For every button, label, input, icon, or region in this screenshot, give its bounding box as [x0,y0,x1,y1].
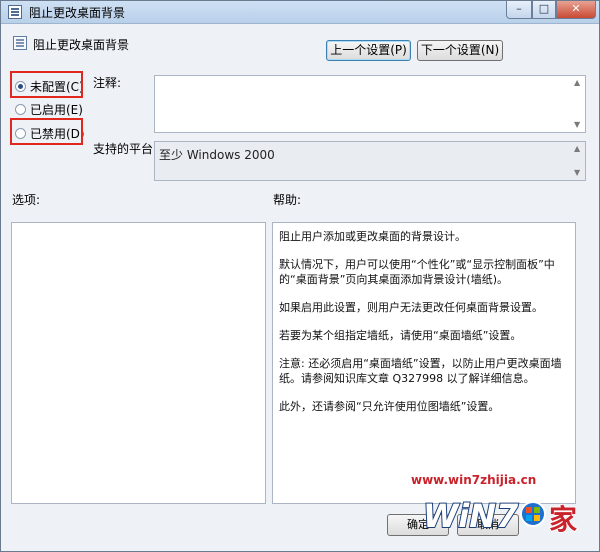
platform-scrollbar[interactable]: ▲ ▼ [571,142,585,180]
minimize-button[interactable]: – [506,1,532,19]
svg-text:家: 家 [549,503,577,536]
platform-field: 至少 Windows 2000 ▲ ▼ [154,141,586,181]
scroll-up-icon[interactable]: ▲ [574,79,580,87]
help-panel: 阻止用户添加或更改桌面的背景设计。 默认情况下，用户可以使用“个性化”或“显示控… [272,222,576,504]
options-label: 选项: [12,193,41,207]
window-title: 阻止更改桌面背景 [29,6,126,20]
comment-scrollbar[interactable]: ▲ ▼ [571,76,585,132]
help-paragraph: 若要为某个组指定墙纸，请使用“桌面墙纸”设置。 [279,329,522,342]
maximize-button[interactable]: □ [532,1,556,19]
svg-text:WiN7: WiN7 [423,497,519,535]
watermark-url: www.win7zhijia.cn [411,473,537,487]
radio-label: 已启用(E) [30,103,83,117]
next-setting-button[interactable]: 下一个设置(N) [417,40,503,61]
setting-title: 阻止更改桌面背景 [33,38,130,52]
title-bar[interactable]: 阻止更改桌面背景 – □ ✕ [1,1,599,24]
help-paragraph: 此外，还请参阅“只允许使用位图墙纸”设置。 [279,400,500,413]
comment-label: 注释: [93,76,122,90]
options-panel [11,222,266,504]
comment-textarea[interactable]: ▲ ▼ [154,75,586,133]
help-paragraph: 注意: 还必须启用“桌面墙纸”设置，以防止用户更改桌面墙纸。请参阅知识库文章 Q… [279,357,562,385]
scroll-down-icon[interactable]: ▼ [574,121,580,129]
highlight-box-disabled [10,118,83,145]
radio-dot[interactable] [15,104,26,115]
platform-value: 至少 Windows 2000 [159,148,275,162]
policy-icon [8,5,22,19]
scroll-up-icon[interactable]: ▲ [574,145,580,153]
radio-enabled[interactable]: 已启用(E) [15,101,83,118]
highlight-box-not-configured [10,71,83,98]
scroll-down-icon[interactable]: ▼ [574,169,580,177]
watermark-logo: WiN7 家 [422,496,578,537]
help-paragraph: 阻止用户添加或更改桌面的背景设计。 [279,230,466,243]
previous-setting-button[interactable]: 上一个设置(P) [326,40,411,61]
close-button[interactable]: ✕ [556,1,596,19]
policy-setting-dialog: 阻止更改桌面背景 – □ ✕ 阻止更改桌面背景 上一个设置(P) 下一个设置(N… [0,0,600,552]
help-text: 阻止用户添加或更改桌面的背景设计。 默认情况下，用户可以使用“个性化”或“显示控… [279,229,569,427]
help-label: 帮助: [273,193,302,207]
help-paragraph: 如果启用此设置，则用户无法更改任何桌面背景设置。 [279,301,543,314]
setting-icon [13,36,27,50]
platform-label: 支持的平台: [93,142,158,156]
help-paragraph: 默认情况下，用户可以使用“个性化”或“显示控制面板”中的“桌面背景”页向其桌面添… [279,258,555,286]
